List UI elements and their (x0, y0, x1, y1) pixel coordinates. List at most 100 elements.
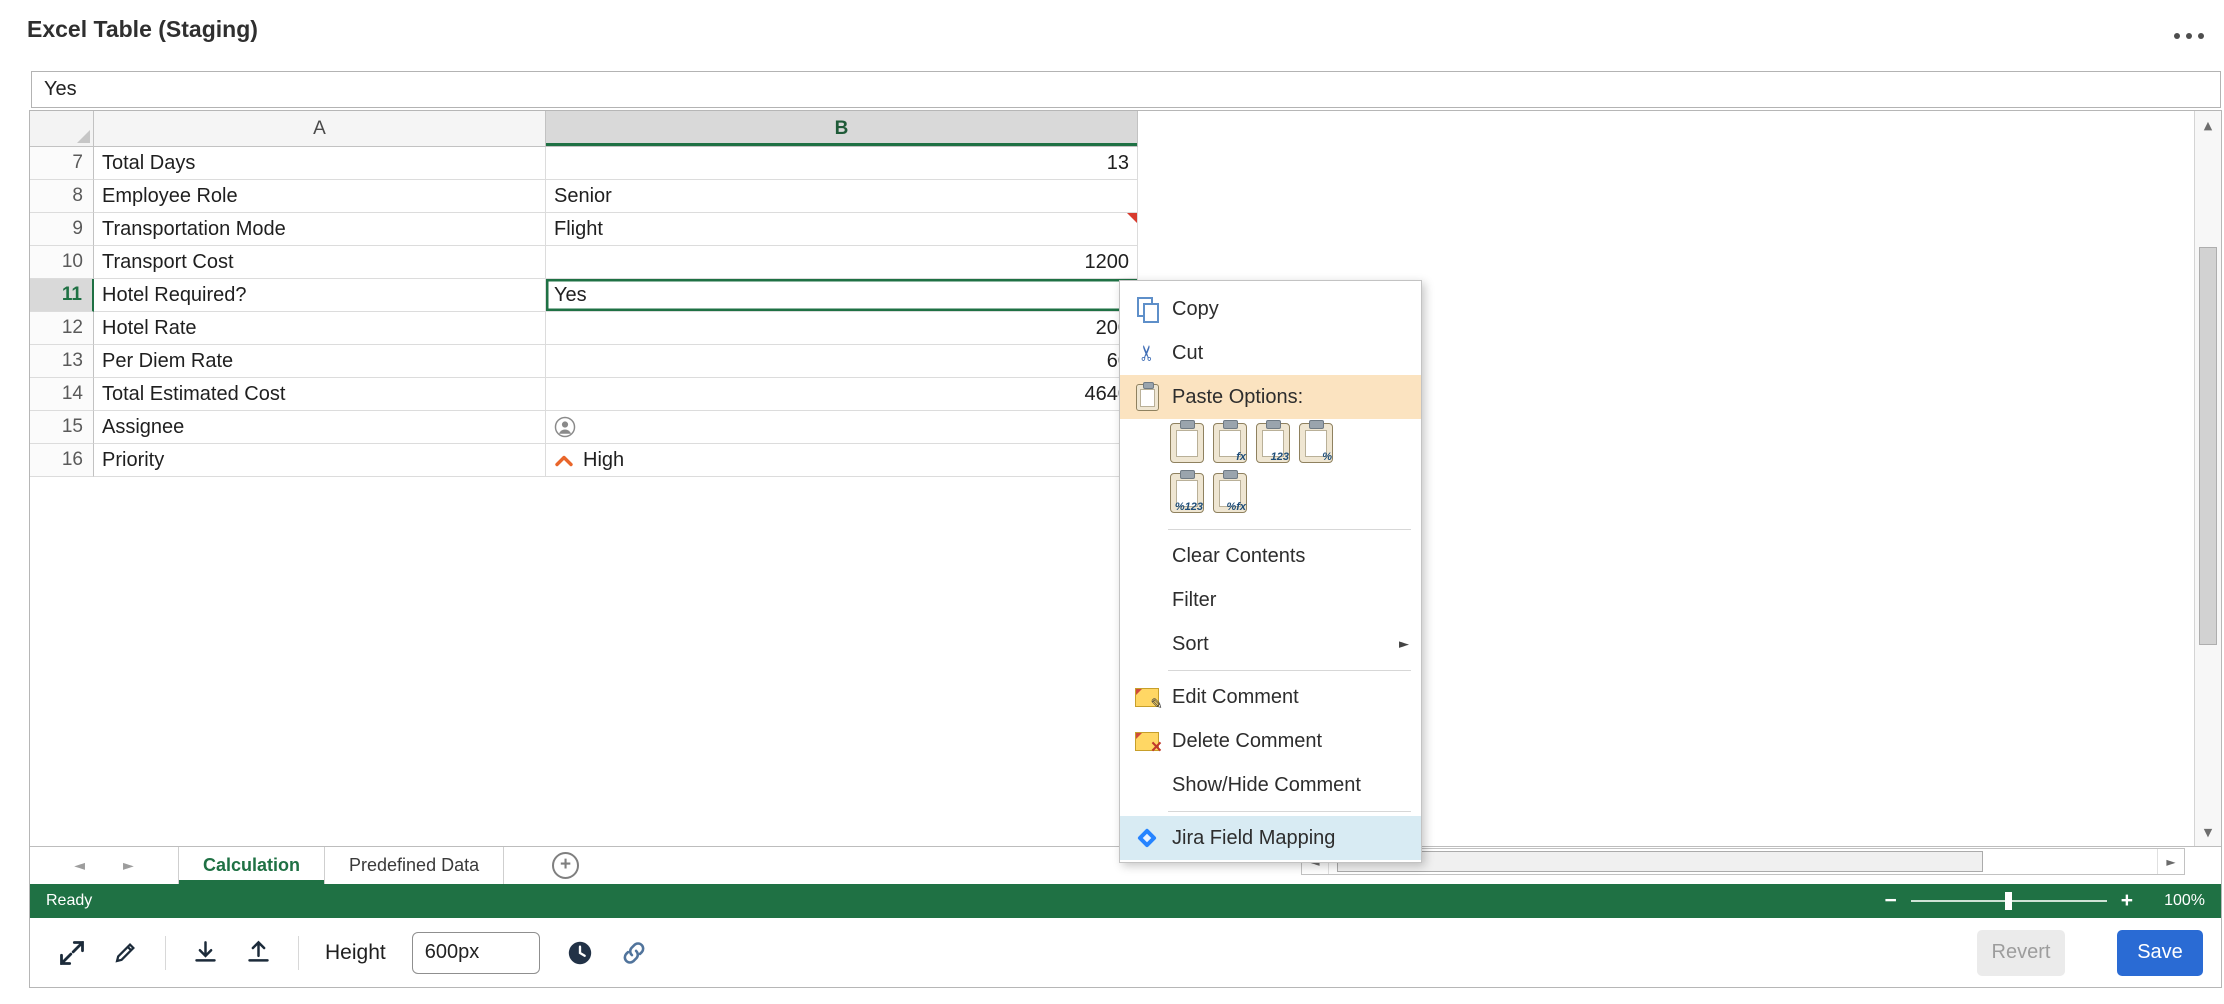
row-header-7[interactable]: 7 (30, 147, 94, 180)
save-button[interactable]: Save (2117, 930, 2203, 976)
context-menu: Copy ✂ Cut Paste Options: fx 123 % %123 (1119, 280, 1422, 863)
submenu-arrow-icon: ► (1399, 637, 1413, 652)
row-header-8[interactable]: 8 (30, 180, 94, 213)
upload-icon[interactable] (245, 939, 272, 966)
menu-item-edit-comment[interactable]: Edit Comment (1120, 675, 1421, 719)
row-header-15[interactable]: 15 (30, 411, 94, 444)
menu-item-sort[interactable]: Sort ► (1120, 622, 1421, 666)
menu-item-filter[interactable]: Filter (1120, 578, 1421, 622)
status-ready-label: Ready (46, 892, 92, 910)
horizontal-scrollbar-thumb[interactable] (1337, 851, 1983, 872)
add-sheet-button[interactable]: + (552, 852, 579, 879)
cell-a12[interactable]: Hotel Rate (94, 312, 546, 345)
menu-item-delete-comment[interactable]: Delete Comment (1120, 719, 1421, 763)
scroll-down-icon[interactable]: ▼ (2195, 820, 2221, 844)
edit-pencil-icon[interactable] (112, 939, 139, 966)
tab-calculation[interactable]: Calculation (178, 847, 325, 884)
table-row: 7 Total Days 13 (30, 147, 2221, 180)
row-header-12[interactable]: 12 (30, 312, 94, 345)
zoom-out-button[interactable]: − (1884, 889, 1896, 913)
menu-item-clear-contents[interactable]: Clear Contents (1120, 534, 1421, 578)
menu-label-clear-contents: Clear Contents (1172, 545, 1413, 568)
menu-label-sort: Sort (1172, 633, 1389, 656)
delete-comment-icon (1135, 732, 1159, 751)
cell-a16[interactable]: Priority (94, 444, 546, 477)
cell-b11-selected[interactable]: Yes (546, 279, 1138, 312)
edit-comment-icon (1135, 688, 1159, 707)
zoom-slider-thumb[interactable] (2005, 892, 2012, 910)
cell-b15[interactable] (546, 411, 1138, 444)
menu-label-filter: Filter (1172, 589, 1413, 612)
tab-predefined-data[interactable]: Predefined Data (325, 847, 504, 884)
cell-a8[interactable]: Employee Role (94, 180, 546, 213)
menu-separator (1168, 811, 1411, 812)
cell-b7[interactable]: 13 (546, 147, 1138, 180)
toolbar-divider (298, 936, 299, 970)
cell-a11[interactable]: Hotel Required? (94, 279, 546, 312)
paste-icon[interactable] (1170, 423, 1204, 463)
menu-item-jira-field-mapping[interactable]: Jira Field Mapping (1120, 816, 1421, 860)
cell-a9[interactable]: Transportation Mode (94, 213, 546, 246)
revert-button[interactable]: Revert (1977, 930, 2065, 976)
height-input[interactable] (412, 932, 540, 974)
column-header-a[interactable]: A (94, 111, 546, 147)
paste-clipboard-icon (1136, 384, 1159, 411)
menu-label-jira-field-mapping: Jira Field Mapping (1172, 827, 1413, 850)
row-header-9[interactable]: 9 (30, 213, 94, 246)
menu-item-show-hide-comment[interactable]: Show/Hide Comment (1120, 763, 1421, 807)
select-all-corner[interactable] (30, 111, 94, 147)
menu-item-copy[interactable]: Copy (1120, 287, 1421, 331)
scroll-right-icon[interactable]: ► (2157, 849, 2184, 874)
zoom-controls: − + 100% (1884, 889, 2205, 913)
page-title: Excel Table (Staging) (27, 16, 258, 43)
row-header-16[interactable]: 16 (30, 444, 94, 477)
expand-fullscreen-icon[interactable] (58, 939, 86, 967)
cell-a7[interactable]: Total Days (94, 147, 546, 180)
cell-b10[interactable]: 1200 (546, 246, 1138, 279)
horizontal-scrollbar[interactable]: ◄ ► (1301, 848, 2185, 875)
formula-bar-input[interactable] (31, 71, 2221, 108)
vertical-scrollbar-thumb[interactable] (2199, 247, 2217, 645)
row-header-13[interactable]: 13 (30, 345, 94, 378)
menu-separator (1168, 529, 1411, 530)
cell-b8[interactable]: Senior (546, 180, 1138, 213)
row-header-10[interactable]: 10 (30, 246, 94, 279)
scroll-up-icon[interactable]: ▲ (2195, 113, 2221, 137)
cell-b9[interactable]: Flight (546, 213, 1138, 246)
tab-scroll-left-icon[interactable]: ◄ (74, 858, 85, 874)
row-header-14[interactable]: 14 (30, 378, 94, 411)
history-clock-icon[interactable] (566, 939, 594, 967)
paste-formulas-icon[interactable]: fx (1213, 423, 1247, 463)
cell-b12[interactable]: 200 (546, 312, 1138, 345)
cell-a14[interactable]: Total Estimated Cost (94, 378, 546, 411)
cell-b13[interactable]: 60 (546, 345, 1138, 378)
paste-formulas-number-formatting-icon[interactable]: %fx (1213, 473, 1247, 513)
column-header-b[interactable]: B (546, 111, 1138, 147)
paste-formatting-icon[interactable]: % (1299, 423, 1333, 463)
download-icon[interactable] (192, 939, 219, 966)
menu-item-cut[interactable]: ✂ Cut (1120, 331, 1421, 375)
paste-options-grid: fx 123 % %123 %fx (1120, 419, 1421, 525)
paste-values-number-formatting-icon[interactable]: %123 (1170, 473, 1204, 513)
row-header-11-selected[interactable]: 11 (30, 279, 94, 312)
zoom-slider[interactable] (1911, 900, 2107, 902)
menu-item-paste-options[interactable]: Paste Options: (1120, 375, 1421, 419)
sheet-tab-navigation: ◄ ► (30, 847, 178, 884)
cell-a10[interactable]: Transport Cost (94, 246, 546, 279)
tab-scroll-right-icon[interactable]: ► (123, 858, 134, 874)
jira-icon (1136, 827, 1158, 849)
cell-b16[interactable]: High (546, 444, 1138, 477)
zoom-percentage: 100% (2147, 892, 2205, 910)
cell-a13[interactable]: Per Diem Rate (94, 345, 546, 378)
cell-b14[interactable]: 4640 (546, 378, 1138, 411)
paste-values-icon[interactable]: 123 (1256, 423, 1290, 463)
link-icon[interactable] (620, 939, 648, 967)
menu-separator (1168, 670, 1411, 671)
cut-scissors-icon: ✂ (1135, 344, 1159, 362)
more-options-button[interactable] (2174, 33, 2204, 39)
vertical-scrollbar[interactable]: ▲ ▼ (2194, 111, 2221, 846)
cell-a15[interactable]: Assignee (94, 411, 546, 444)
horizontal-scrollbar-track[interactable] (1329, 849, 2157, 874)
menu-label-delete-comment: Delete Comment (1172, 730, 1413, 753)
zoom-in-button[interactable]: + (2121, 889, 2133, 913)
